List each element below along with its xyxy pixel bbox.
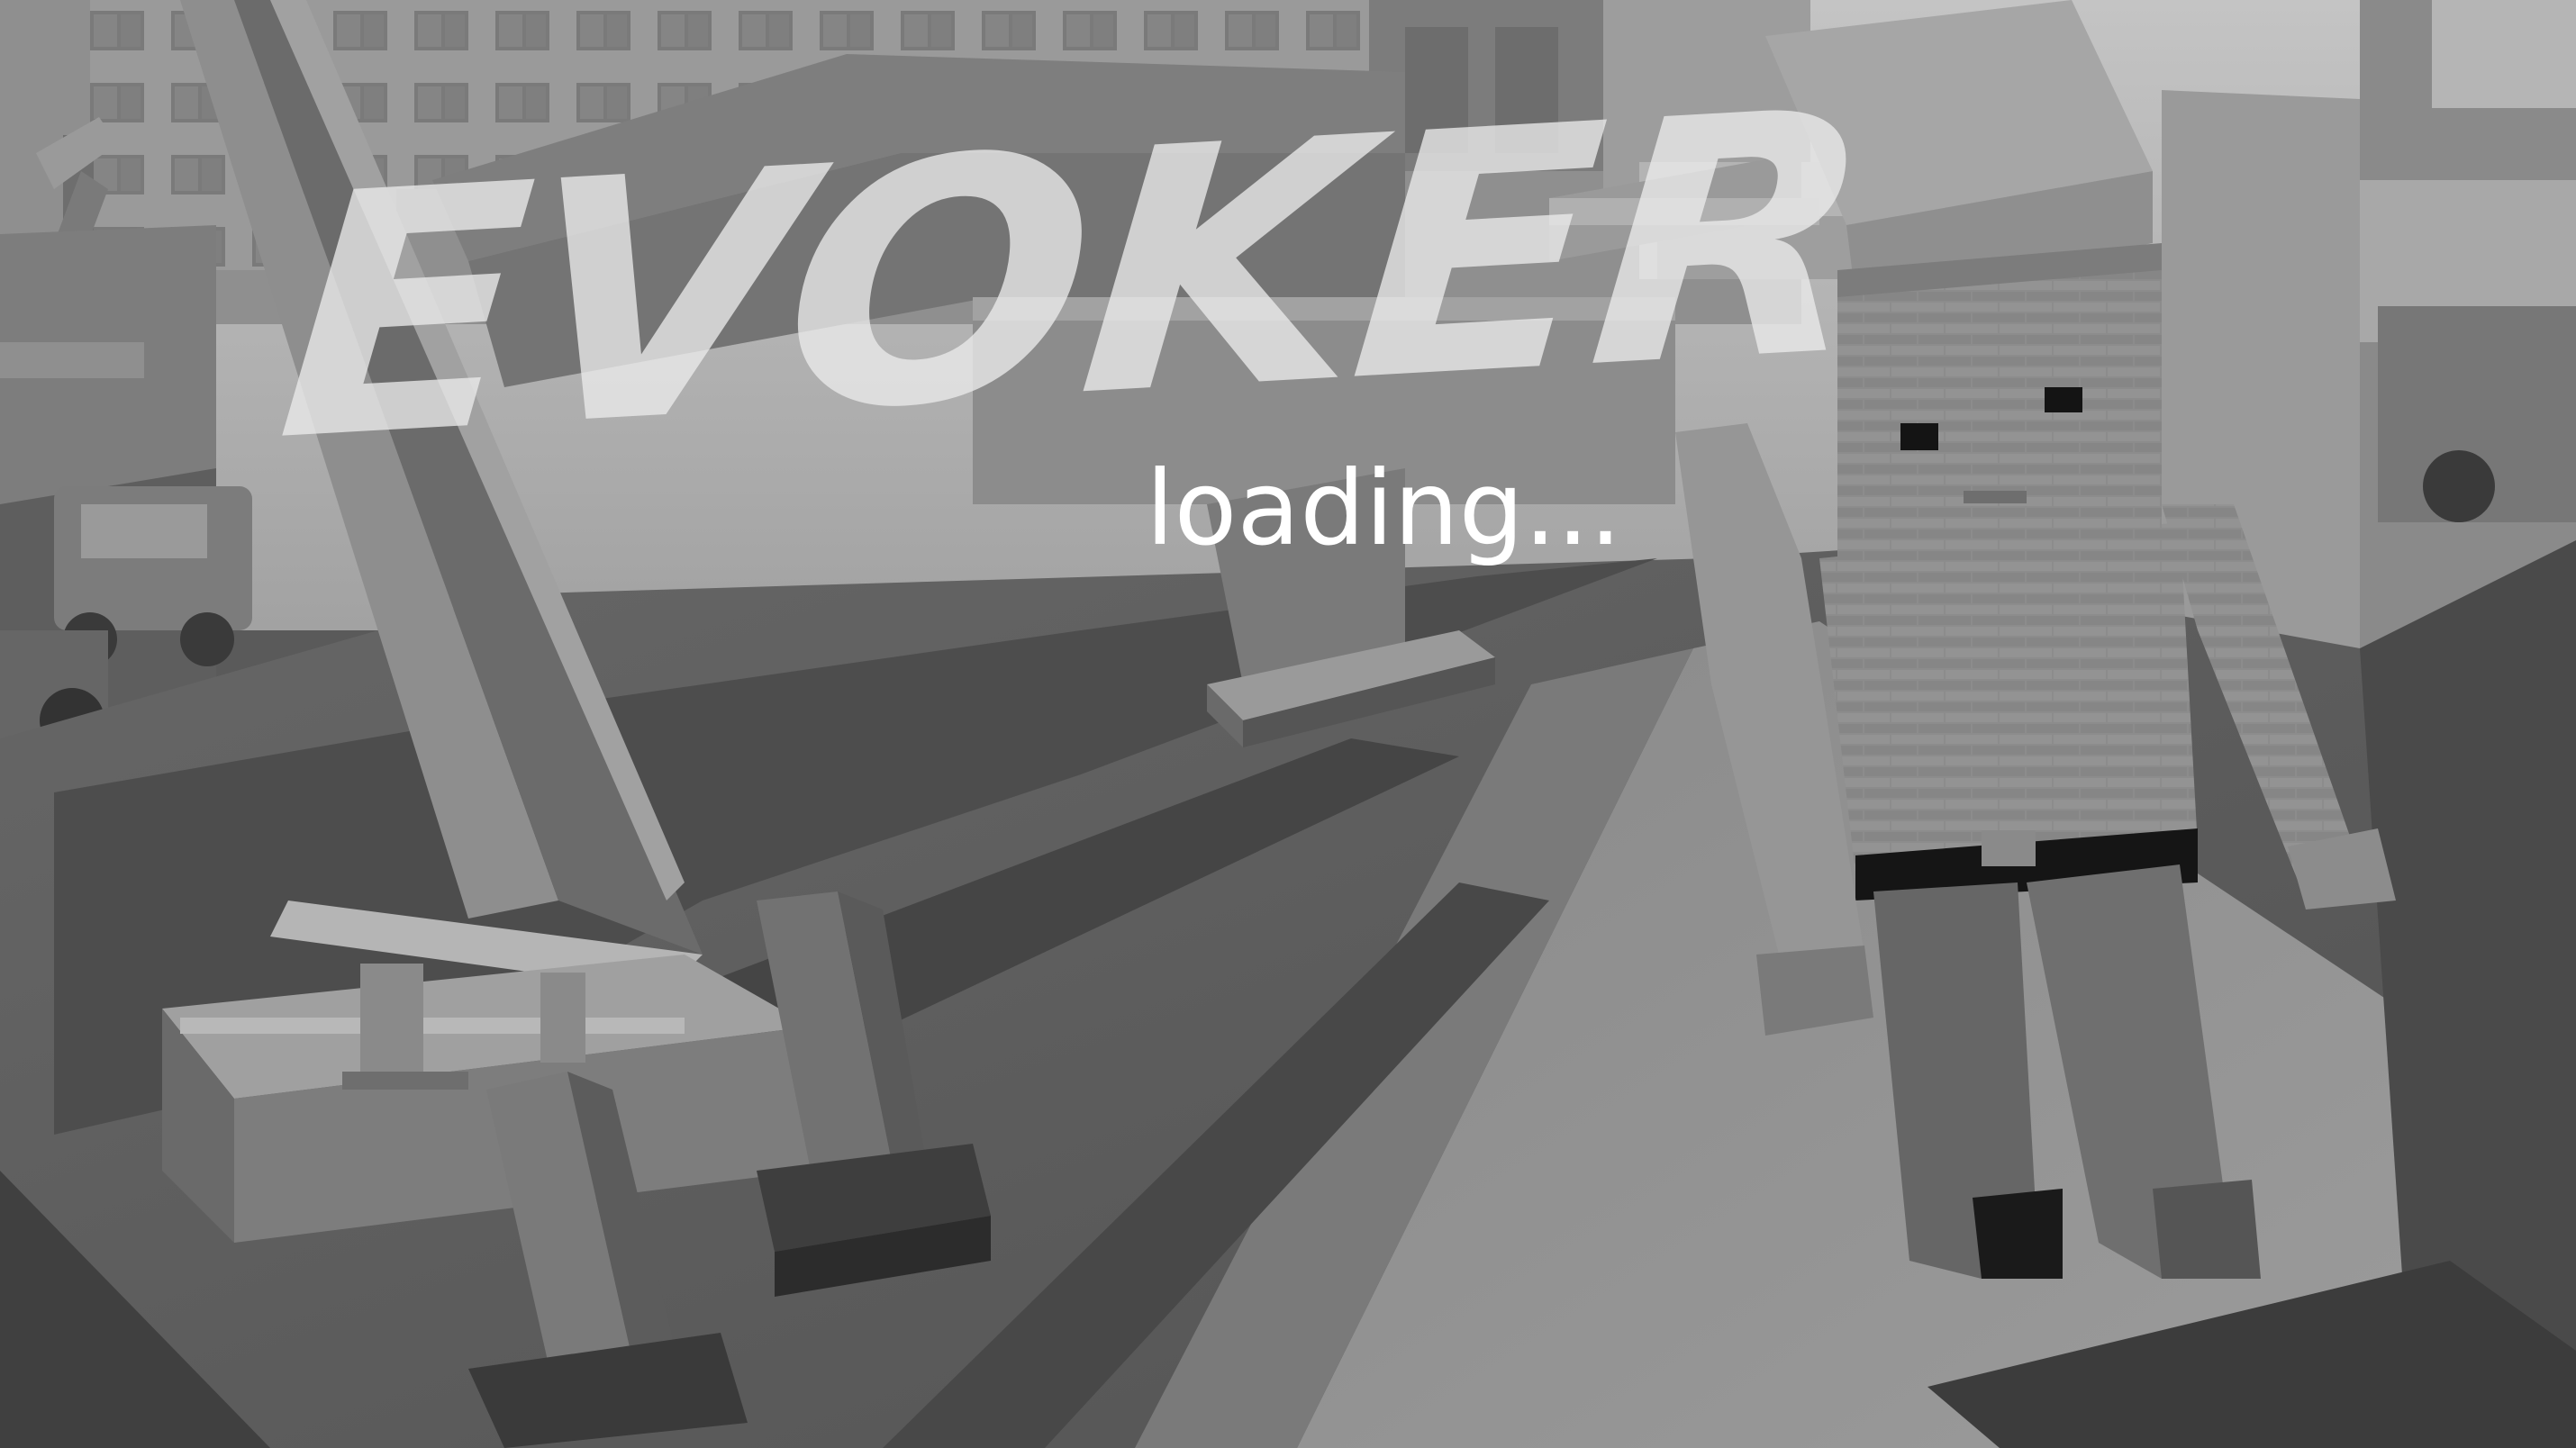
character-left-eye bbox=[1900, 423, 1938, 450]
loading-status: loading... bbox=[1146, 448, 1622, 568]
game-title: EVOKER bbox=[268, 38, 1882, 515]
character-right-eye bbox=[2045, 387, 2082, 412]
loading-screen: EVOKER loading... bbox=[0, 0, 2576, 1448]
